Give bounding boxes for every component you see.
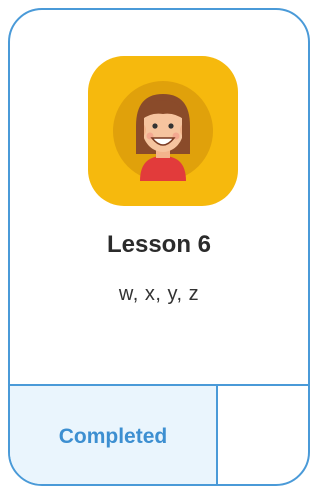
lesson-title: Lesson 6	[106, 231, 212, 258]
girl-avatar-icon	[113, 81, 213, 181]
status-label: Completed	[58, 425, 168, 448]
lesson-card[interactable]: Lesson 6 w, x, y, z Completed	[8, 8, 310, 486]
lesson-footer: Completed	[10, 384, 308, 484]
completed-status-button[interactable]: Completed	[10, 386, 218, 484]
lesson-letters: w, x, y, z	[118, 283, 200, 305]
footer-empty-cell	[218, 386, 308, 484]
avatar	[88, 56, 238, 206]
